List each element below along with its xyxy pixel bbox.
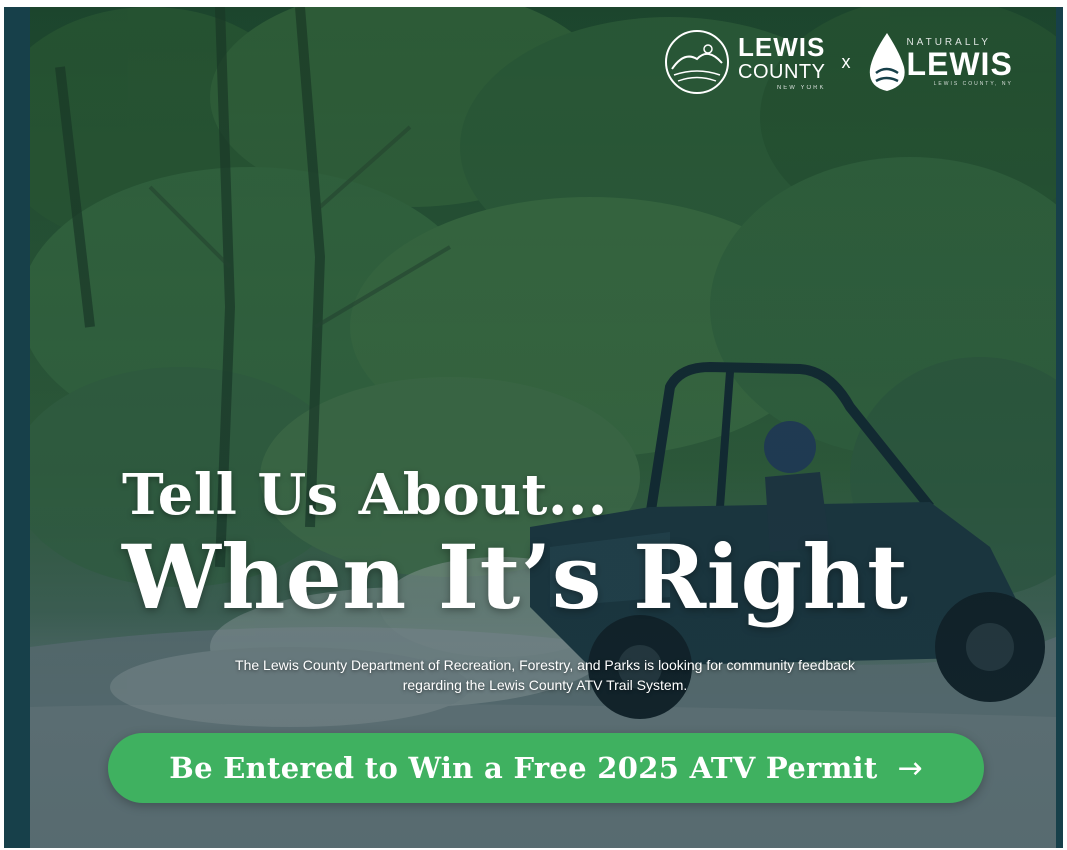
- description-line1: The Lewis County Department of Recreatio…: [235, 657, 855, 673]
- color-overlay: [30, 7, 1056, 848]
- partner-name-line1: NATURALLY: [906, 36, 991, 48]
- lewis-county-wordmark: LEWIS COUNTY NEW YORK: [738, 34, 825, 91]
- cta-label: Be Entered to Win a Free 2025 ATV Permit: [169, 751, 878, 785]
- county-name-line3: NEW YORK: [776, 84, 826, 91]
- county-name-line1: LEWIS: [738, 31, 826, 62]
- promo-banner: LEWIS COUNTY NEW YORK x NATURALLY LEWIS …: [4, 7, 1063, 848]
- description-line2: regarding the Lewis County ATV Trail Sys…: [402, 677, 688, 693]
- logo-separator: x: [841, 51, 851, 72]
- headline-when-its-right: When It’s Right: [122, 525, 909, 629]
- naturally-lewis-logo: NATURALLY LEWIS LEWIS COUNTY, NY: [864, 29, 1012, 95]
- water-drop-icon: [870, 33, 906, 91]
- county-name-line2: COUNTY: [738, 60, 826, 83]
- partner-name-line2: LEWIS: [906, 45, 1013, 82]
- enter-to-win-button[interactable]: Be Entered to Win a Free 2025 ATV Permit…: [108, 733, 984, 803]
- lewis-county-emblem-icon: [665, 30, 729, 94]
- headline-tell-us: Tell Us About...: [122, 462, 608, 528]
- arrow-right-icon: →: [897, 750, 923, 786]
- background-photo: [30, 7, 1056, 848]
- header-logos: LEWIS COUNTY NEW YORK x NATURALLY LEWIS …: [664, 27, 1013, 97]
- partner-name-line3: LEWIS COUNTY, NY: [933, 80, 1013, 87]
- page-frame: LEWIS COUNTY NEW YORK x NATURALLY LEWIS …: [0, 0, 1067, 850]
- description-text: The Lewis County Department of Recreatio…: [122, 655, 968, 695]
- naturally-lewis-wordmark: NATURALLY LEWIS LEWIS COUNTY, NY: [906, 36, 1013, 87]
